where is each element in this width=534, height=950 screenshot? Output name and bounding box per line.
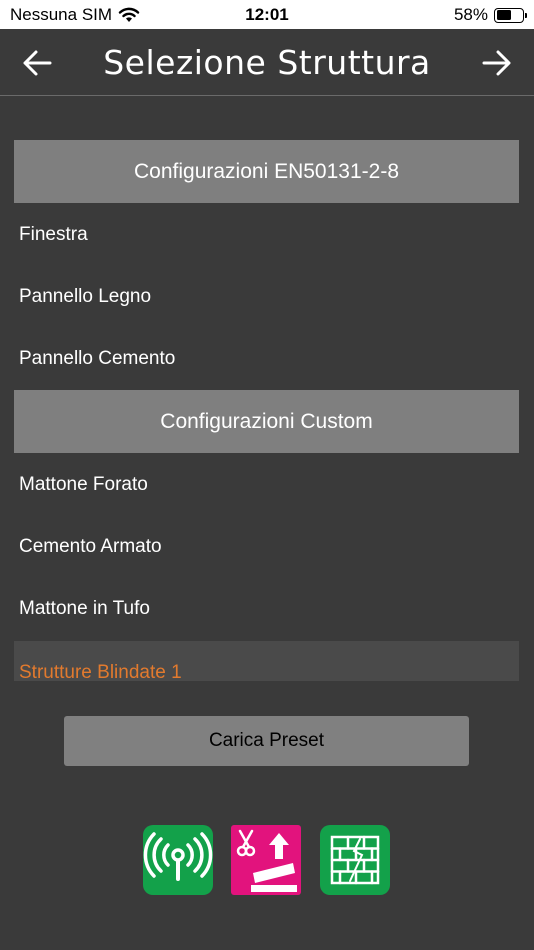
arrow-right-icon[interactable] [480, 47, 514, 79]
list-item[interactable]: Finestra [0, 204, 534, 266]
antenna-signal-icon[interactable] [143, 825, 213, 895]
list-item[interactable]: Pannello Legno [0, 266, 534, 328]
cut-and-lift-icon[interactable] [231, 825, 301, 895]
load-preset-button[interactable]: Carica Preset [64, 716, 469, 766]
battery-percent: 58% [453, 5, 488, 24]
nav-bar: Selezione Struttura [0, 29, 534, 96]
status-bar: Nessuna SIM 12:01 58% [0, 0, 534, 29]
list-item[interactable]: Cemento Armato [0, 516, 534, 578]
list-item[interactable]: Mattone in Tufo [0, 578, 534, 640]
battery-fill [496, 10, 511, 20]
section-header-en50131: Configurazioni EN50131-2-8 [14, 140, 519, 203]
brick-wall-icon[interactable] [320, 825, 390, 895]
status-right: 58% [453, 5, 527, 25]
page-title: Selezione Struttura [103, 43, 431, 82]
list-item-selected[interactable]: Strutture Blindate 1 [14, 641, 519, 681]
section-header-custom: Configurazioni Custom [14, 390, 519, 453]
battery-icon [494, 7, 527, 23]
list-item[interactable]: Mattone Forato [0, 454, 534, 516]
list-item[interactable]: Pannello Cemento [0, 328, 534, 390]
